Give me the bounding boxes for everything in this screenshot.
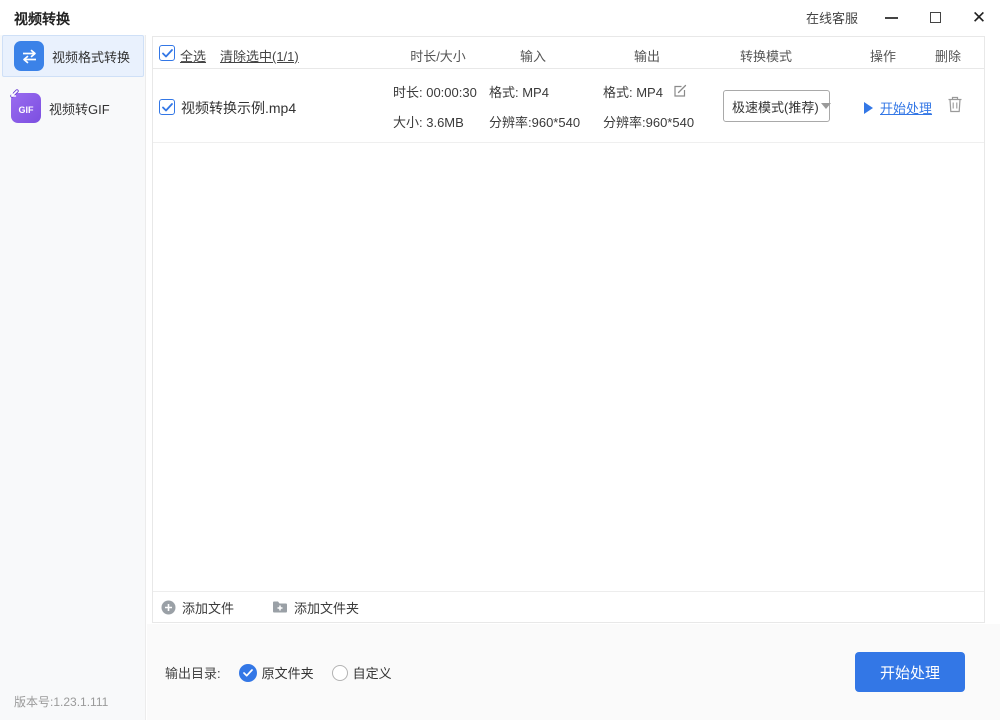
close-button[interactable]: ✕ xyxy=(968,7,990,29)
online-service-link[interactable]: 在线客服 xyxy=(806,8,858,27)
footer-bar: 输出目录: 原文件夹 自定义 开始处理 xyxy=(147,624,1000,720)
row-start-processing[interactable]: 开始处理 xyxy=(864,98,932,117)
header-output: 输出 xyxy=(634,46,660,65)
sidebar-item-video-to-gif[interactable]: GIF 视频转GIF xyxy=(0,87,145,129)
select-all-checkbox[interactable] xyxy=(159,45,175,61)
output-dir-group: 输出目录: 原文件夹 自定义 xyxy=(165,663,392,682)
gif-icon: GIF xyxy=(11,93,41,123)
radio-unselected-icon xyxy=(332,665,348,681)
radio-custom-label: 自定义 xyxy=(353,663,392,682)
add-folder-label: 添加文件夹 xyxy=(294,598,359,617)
edit-output-button[interactable] xyxy=(673,84,687,101)
maximize-button[interactable] xyxy=(924,7,946,29)
row-output-format: 格式: MP4 xyxy=(603,85,663,100)
add-file-label: 添加文件 xyxy=(182,598,234,617)
add-row: 添加文件 添加文件夹 xyxy=(153,591,984,622)
row-filename: 视频转换示例.mp4 xyxy=(181,98,296,118)
row-input-resolution: 分辨率:960*540 xyxy=(489,112,580,131)
select-all-link[interactable]: 全选 xyxy=(180,46,206,65)
sidebar-item-label: 视频格式转换 xyxy=(52,47,130,66)
header-delete: 删除 xyxy=(935,46,961,65)
gif-icon-label: GIF xyxy=(19,105,34,115)
sidebar: 视频格式转换 GIF 视频转GIF 版本号:1.23.1.111 xyxy=(0,35,146,720)
radio-custom[interactable]: 自定义 xyxy=(332,663,392,682)
table-row: 视频转换示例.mp4 时长: 00:00:30 大小: 3.6MB 格式: MP… xyxy=(153,69,984,143)
row-checkbox[interactable] xyxy=(159,99,175,115)
list-header: 全选 清除选中(1/1) 时长/大小 输入 输出 转换模式 操作 删除 xyxy=(153,37,984,69)
add-folder-icon xyxy=(272,600,288,614)
row-input-format: 格式: MP4 xyxy=(489,82,549,101)
row-output-resolution: 分辨率:960*540 xyxy=(603,112,694,131)
delete-row-button[interactable] xyxy=(947,96,963,116)
row-duration: 时长: 00:00:30 xyxy=(393,82,477,101)
minimize-button[interactable] xyxy=(880,7,902,29)
add-circle-icon xyxy=(161,600,176,615)
header-action: 操作 xyxy=(870,46,896,65)
radio-original-folder[interactable]: 原文件夹 xyxy=(239,663,314,682)
edit-icon xyxy=(673,84,687,98)
row-start-link: 开始处理 xyxy=(880,98,932,117)
trash-icon xyxy=(947,96,963,113)
header-mode: 转换模式 xyxy=(740,46,792,65)
sidebar-item-label: 视频转GIF xyxy=(49,99,110,118)
version-text: 版本号:1.23.1.111 xyxy=(14,693,108,710)
check-icon xyxy=(162,49,173,58)
header-duration-size: 时长/大小 xyxy=(410,46,466,65)
sidebar-item-video-format-convert[interactable]: 视频格式转换 xyxy=(2,35,144,77)
maximize-icon xyxy=(930,12,941,23)
empty-list-area xyxy=(153,143,984,591)
mode-dropdown-value: 极速模式(推荐) xyxy=(732,97,819,116)
row-size: 大小: 3.6MB xyxy=(393,112,464,131)
gif-arrow-icon xyxy=(8,89,20,104)
app-window: 视频转换 在线客服 ✕ 视频格式转换 xyxy=(0,0,1000,720)
add-folder-button[interactable]: 添加文件夹 xyxy=(272,598,359,617)
clear-selected-link[interactable]: 清除选中(1/1) xyxy=(220,46,299,65)
titlebar: 视频转换 在线客服 ✕ xyxy=(0,0,1000,35)
output-dir-label: 输出目录: xyxy=(165,663,221,682)
radio-original-label: 原文件夹 xyxy=(262,663,314,682)
check-icon xyxy=(162,103,173,112)
caret-down-icon xyxy=(821,103,831,109)
close-icon: ✕ xyxy=(972,9,986,26)
play-icon xyxy=(864,102,873,114)
header-input: 输入 xyxy=(520,46,546,65)
start-processing-button[interactable]: 开始处理 xyxy=(855,652,965,692)
add-file-button[interactable]: 添加文件 xyxy=(161,598,234,617)
row-output-format-wrap: 格式: MP4 xyxy=(603,82,687,101)
mode-dropdown[interactable]: 极速模式(推荐) xyxy=(723,90,830,122)
swap-icon xyxy=(14,41,44,71)
minimize-icon xyxy=(885,17,898,19)
file-list-panel: 全选 清除选中(1/1) 时长/大小 输入 输出 转换模式 操作 删除 视频转换… xyxy=(152,36,985,623)
window-controls: 在线客服 ✕ xyxy=(806,0,990,35)
app-title: 视频转换 xyxy=(14,9,70,29)
radio-selected-icon xyxy=(239,664,257,682)
